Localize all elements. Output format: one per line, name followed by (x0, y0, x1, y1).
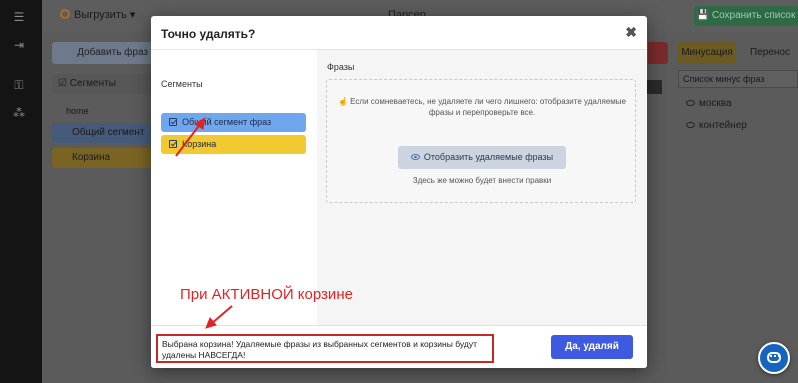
minus-item[interactable]: контейнер (686, 120, 747, 131)
segments-label: Сегменты (161, 79, 203, 89)
tab-transfer[interactable]: Перенос (742, 42, 798, 64)
segment-basket-label: Корзина (182, 139, 217, 149)
modal-footer: Выбрана корзина! Удаляемые фразы из выбр… (151, 325, 647, 368)
show-deleted-phrases-label: Отобразить удаляемые фразы (423, 152, 554, 162)
add-phrase-button[interactable]: Добавить фраз (52, 42, 152, 64)
checkbox-icon[interactable] (169, 118, 177, 126)
modal-header: Точно удалять? ✖ (151, 16, 647, 50)
menu-icon[interactable]: ☰ (10, 8, 28, 26)
export-dropdown[interactable]: Выгрузить ▾ (60, 8, 135, 21)
edit-hint-text: Здесь же можно будет внести правки (412, 176, 552, 185)
save-list-button[interactable]: 💾 Сохранить список (694, 6, 798, 26)
red-button[interactable] (648, 42, 668, 64)
annotation-label: При АКТИВНОЙ корзине (180, 286, 353, 303)
eye-icon (410, 154, 420, 160)
eye-icon (686, 122, 695, 128)
basket-segment[interactable]: Корзина (52, 148, 152, 168)
home-segment[interactable]: home (52, 102, 152, 120)
checkbox-icon[interactable] (169, 140, 177, 148)
segments-pane: Сегменты Общий сегмент фраз Корзина (151, 50, 317, 325)
left-rail: ☰ ⇥ ⚿ ⁂ (0, 0, 42, 383)
sitemap-icon[interactable]: ⁂ (10, 104, 28, 122)
chat-icon (767, 352, 781, 363)
minus-list-select[interactable]: Список минус фраз (678, 70, 798, 88)
delete-confirm-modal: Точно удалять? ✖ Сегменты Общий сегмент … (151, 16, 647, 368)
show-deleted-phrases-button[interactable]: Отобразить удаляемые фразы (398, 146, 566, 169)
segment-common-label: Общий сегмент фраз (182, 117, 272, 127)
right-tabs: Минусация Перенос (678, 42, 798, 64)
warning-message: Выбрана корзина! Удаляемые фразы из выбр… (156, 334, 494, 363)
segments-header: ☑ Сегменты (52, 74, 152, 94)
common-segment[interactable]: Общий сегмент фраз (52, 123, 152, 158)
minus-item-label: контейнер (699, 120, 747, 131)
phrases-pane: Фразы ☝ Если сомневаетесь, не удаляете л… (317, 50, 647, 325)
export-icon (60, 9, 70, 19)
close-icon[interactable]: ✖ (625, 24, 637, 41)
tab-minus[interactable]: Минусация (678, 42, 736, 64)
minus-item-label: москва (699, 98, 732, 109)
segments-header-label: Сегменты (69, 78, 116, 89)
chat-button[interactable] (758, 342, 790, 374)
confirm-delete-button[interactable]: Да, удаляй (551, 335, 633, 359)
save-list-label: Сохранить список (711, 10, 796, 21)
minus-item[interactable]: москва (686, 98, 732, 109)
login-icon[interactable]: ⇥ (10, 36, 28, 54)
modal-title: Точно удалять? (161, 27, 256, 41)
export-label: Выгрузить (74, 9, 127, 21)
eye-icon (686, 100, 695, 106)
hint-text: ☝ Если сомневаетесь, не удаляете ли чего… (337, 97, 626, 117)
key-icon[interactable]: ⚿ (10, 76, 28, 94)
chat-dots-icon (770, 355, 780, 357)
segment-basket[interactable]: Корзина (161, 135, 306, 154)
phrases-label: Фразы (327, 62, 355, 72)
phrases-dropzone: ☝ Если сомневаетесь, не удаляете ли чего… (326, 79, 636, 203)
segment-common[interactable]: Общий сегмент фраз (161, 113, 306, 132)
